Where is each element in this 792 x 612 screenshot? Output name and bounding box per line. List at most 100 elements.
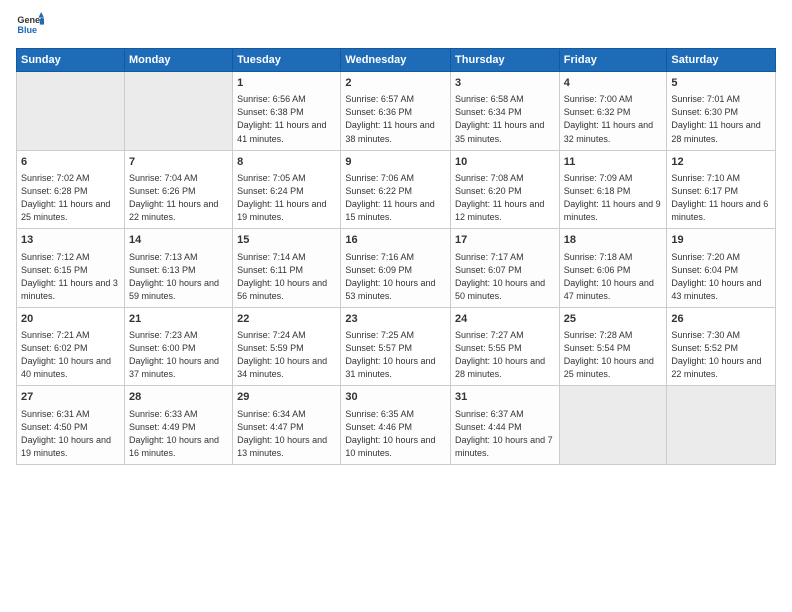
day-info: Sunrise: 7:24 AM Sunset: 5:59 PM Dayligh… <box>237 329 336 381</box>
day-info: Sunrise: 7:13 AM Sunset: 6:13 PM Dayligh… <box>129 251 228 303</box>
day-info: Sunrise: 7:18 AM Sunset: 6:06 PM Dayligh… <box>564 251 663 303</box>
calendar-cell <box>667 386 776 465</box>
calendar-cell: 26 Sunrise: 7:30 AM Sunset: 5:52 PM Dayli… <box>667 307 776 386</box>
calendar-cell: 7 Sunrise: 7:04 AM Sunset: 6:26 PM Daylig… <box>124 150 232 229</box>
calendar-cell: 20 Sunrise: 7:21 AM Sunset: 6:02 PM Dayli… <box>17 307 125 386</box>
calendar-cell <box>17 72 125 151</box>
day-number: 4 <box>564 76 663 91</box>
day-number: 9 <box>345 155 446 170</box>
calendar-cell: 22 Sunrise: 7:24 AM Sunset: 5:59 PM Dayli… <box>233 307 341 386</box>
day-number: 28 <box>129 390 228 405</box>
calendar-cell <box>559 386 667 465</box>
calendar-cell: 3 Sunrise: 6:58 AM Sunset: 6:34 PM Daylig… <box>451 72 560 151</box>
calendar-cell: 18 Sunrise: 7:18 AM Sunset: 6:06 PM Dayli… <box>559 229 667 308</box>
calendar-cell: 8 Sunrise: 7:05 AM Sunset: 6:24 PM Daylig… <box>233 150 341 229</box>
day-number: 26 <box>671 312 771 327</box>
day-info: Sunrise: 7:17 AM Sunset: 6:07 PM Dayligh… <box>455 251 555 303</box>
day-number: 2 <box>345 76 446 91</box>
calendar-cell: 14Sunrise: 7:13 AM Sunset: 6:13 PM Dayli… <box>124 229 232 308</box>
calendar-cell: 9 Sunrise: 7:06 AM Sunset: 6:22 PM Daylig… <box>341 150 451 229</box>
day-info: Sunrise: 7:30 AM Sunset: 5:52 PM Dayligh… <box>671 329 771 381</box>
day-number: 31 <box>455 390 555 405</box>
logo-icon: General Blue <box>16 12 44 40</box>
calendar-cell: 19Sunrise: 7:20 AM Sunset: 6:04 PM Dayli… <box>667 229 776 308</box>
calendar-cell: 29 Sunrise: 6:34 AM Sunset: 4:47 PM Dayli… <box>233 386 341 465</box>
day-number: 3 <box>455 76 555 91</box>
day-number: 24 <box>455 312 555 327</box>
day-number: 12 <box>671 155 771 170</box>
day-info: Sunrise: 7:00 AM Sunset: 6:32 PM Dayligh… <box>564 93 663 145</box>
calendar-cell: 5 Sunrise: 7:01 AM Sunset: 6:30 PM Daylig… <box>667 72 776 151</box>
day-info: Sunrise: 7:04 AM Sunset: 6:26 PM Dayligh… <box>129 172 228 224</box>
day-info: Sunrise: 6:33 AM Sunset: 4:49 PM Dayligh… <box>129 408 228 460</box>
day-number: 15 <box>237 233 336 248</box>
calendar-week-row: 1 Sunrise: 6:56 AM Sunset: 6:38 PM Daylig… <box>17 72 776 151</box>
calendar-cell: 6 Sunrise: 7:02 AM Sunset: 6:28 PM Daylig… <box>17 150 125 229</box>
calendar-header-row: SundayMondayTuesdayWednesdayThursdayFrid… <box>17 49 776 72</box>
day-number: 22 <box>237 312 336 327</box>
calendar-week-row: 20 Sunrise: 7:21 AM Sunset: 6:02 PM Dayli… <box>17 307 776 386</box>
calendar-cell: 1 Sunrise: 6:56 AM Sunset: 6:38 PM Daylig… <box>233 72 341 151</box>
day-info: Sunrise: 7:06 AM Sunset: 6:22 PM Dayligh… <box>345 172 446 224</box>
day-number: 29 <box>237 390 336 405</box>
calendar-cell: 13Sunrise: 7:12 AM Sunset: 6:15 PM Dayli… <box>17 229 125 308</box>
calendar-cell: 28 Sunrise: 6:33 AM Sunset: 4:49 PM Dayli… <box>124 386 232 465</box>
day-info: Sunrise: 7:02 AM Sunset: 6:28 PM Dayligh… <box>21 172 120 224</box>
day-number: 7 <box>129 155 228 170</box>
day-number: 5 <box>671 76 771 91</box>
calendar-cell: 2 Sunrise: 6:57 AM Sunset: 6:36 PM Daylig… <box>341 72 451 151</box>
day-number: 18 <box>564 233 663 248</box>
header: General Blue <box>16 12 776 40</box>
day-number: 8 <box>237 155 336 170</box>
calendar-week-row: 6 Sunrise: 7:02 AM Sunset: 6:28 PM Daylig… <box>17 150 776 229</box>
calendar-cell: 15 Sunrise: 7:14 AM Sunset: 6:11 PM Dayli… <box>233 229 341 308</box>
day-number: 27 <box>21 390 120 405</box>
day-info: Sunrise: 7:20 AM Sunset: 6:04 PM Dayligh… <box>671 251 771 303</box>
col-header-wednesday: Wednesday <box>341 49 451 72</box>
day-number: 13 <box>21 233 120 248</box>
col-header-friday: Friday <box>559 49 667 72</box>
day-info: Sunrise: 6:56 AM Sunset: 6:38 PM Dayligh… <box>237 93 336 145</box>
calendar-week-row: 13Sunrise: 7:12 AM Sunset: 6:15 PM Dayli… <box>17 229 776 308</box>
calendar-cell: 4 Sunrise: 7:00 AM Sunset: 6:32 PM Daylig… <box>559 72 667 151</box>
day-number: 6 <box>21 155 120 170</box>
day-info: Sunrise: 7:05 AM Sunset: 6:24 PM Dayligh… <box>237 172 336 224</box>
calendar-cell: 17 Sunrise: 7:17 AM Sunset: 6:07 PM Dayli… <box>451 229 560 308</box>
calendar-week-row: 27Sunrise: 6:31 AM Sunset: 4:50 PM Dayli… <box>17 386 776 465</box>
calendar-cell: 10 Sunrise: 7:08 AM Sunset: 6:20 PM Dayli… <box>451 150 560 229</box>
day-number: 11 <box>564 155 663 170</box>
day-info: Sunrise: 6:35 AM Sunset: 4:46 PM Dayligh… <box>345 408 446 460</box>
day-number: 1 <box>237 76 336 91</box>
day-info: Sunrise: 7:16 AM Sunset: 6:09 PM Dayligh… <box>345 251 446 303</box>
day-info: Sunrise: 6:57 AM Sunset: 6:36 PM Dayligh… <box>345 93 446 145</box>
calendar-cell: 30Sunrise: 6:35 AM Sunset: 4:46 PM Dayli… <box>341 386 451 465</box>
calendar-cell: 27Sunrise: 6:31 AM Sunset: 4:50 PM Dayli… <box>17 386 125 465</box>
day-number: 20 <box>21 312 120 327</box>
day-info: Sunrise: 7:08 AM Sunset: 6:20 PM Dayligh… <box>455 172 555 224</box>
col-header-thursday: Thursday <box>451 49 560 72</box>
day-info: Sunrise: 6:34 AM Sunset: 4:47 PM Dayligh… <box>237 408 336 460</box>
day-info: Sunrise: 7:01 AM Sunset: 6:30 PM Dayligh… <box>671 93 771 145</box>
day-info: Sunrise: 7:21 AM Sunset: 6:02 PM Dayligh… <box>21 329 120 381</box>
calendar-cell <box>124 72 232 151</box>
calendar-cell: 31 Sunrise: 6:37 AM Sunset: 4:44 PM Dayli… <box>451 386 560 465</box>
day-info: Sunrise: 7:25 AM Sunset: 5:57 PM Dayligh… <box>345 329 446 381</box>
day-info: Sunrise: 7:23 AM Sunset: 6:00 PM Dayligh… <box>129 329 228 381</box>
day-number: 17 <box>455 233 555 248</box>
day-number: 16 <box>345 233 446 248</box>
calendar-cell: 16 Sunrise: 7:16 AM Sunset: 6:09 PM Dayli… <box>341 229 451 308</box>
day-info: Sunrise: 7:28 AM Sunset: 5:54 PM Dayligh… <box>564 329 663 381</box>
day-info: Sunrise: 7:14 AM Sunset: 6:11 PM Dayligh… <box>237 251 336 303</box>
day-info: Sunrise: 6:58 AM Sunset: 6:34 PM Dayligh… <box>455 93 555 145</box>
day-info: Sunrise: 7:10 AM Sunset: 6:17 PM Dayligh… <box>671 172 771 224</box>
calendar-cell: 21Sunrise: 7:23 AM Sunset: 6:00 PM Dayli… <box>124 307 232 386</box>
day-number: 10 <box>455 155 555 170</box>
calendar-cell: 11Sunrise: 7:09 AM Sunset: 6:18 PM Dayli… <box>559 150 667 229</box>
col-header-monday: Monday <box>124 49 232 72</box>
day-info: Sunrise: 6:37 AM Sunset: 4:44 PM Dayligh… <box>455 408 555 460</box>
logo: General Blue <box>16 12 46 40</box>
calendar-cell: 25Sunrise: 7:28 AM Sunset: 5:54 PM Dayli… <box>559 307 667 386</box>
day-number: 23 <box>345 312 446 327</box>
col-header-sunday: Sunday <box>17 49 125 72</box>
calendar-table: SundayMondayTuesdayWednesdayThursdayFrid… <box>16 48 776 465</box>
